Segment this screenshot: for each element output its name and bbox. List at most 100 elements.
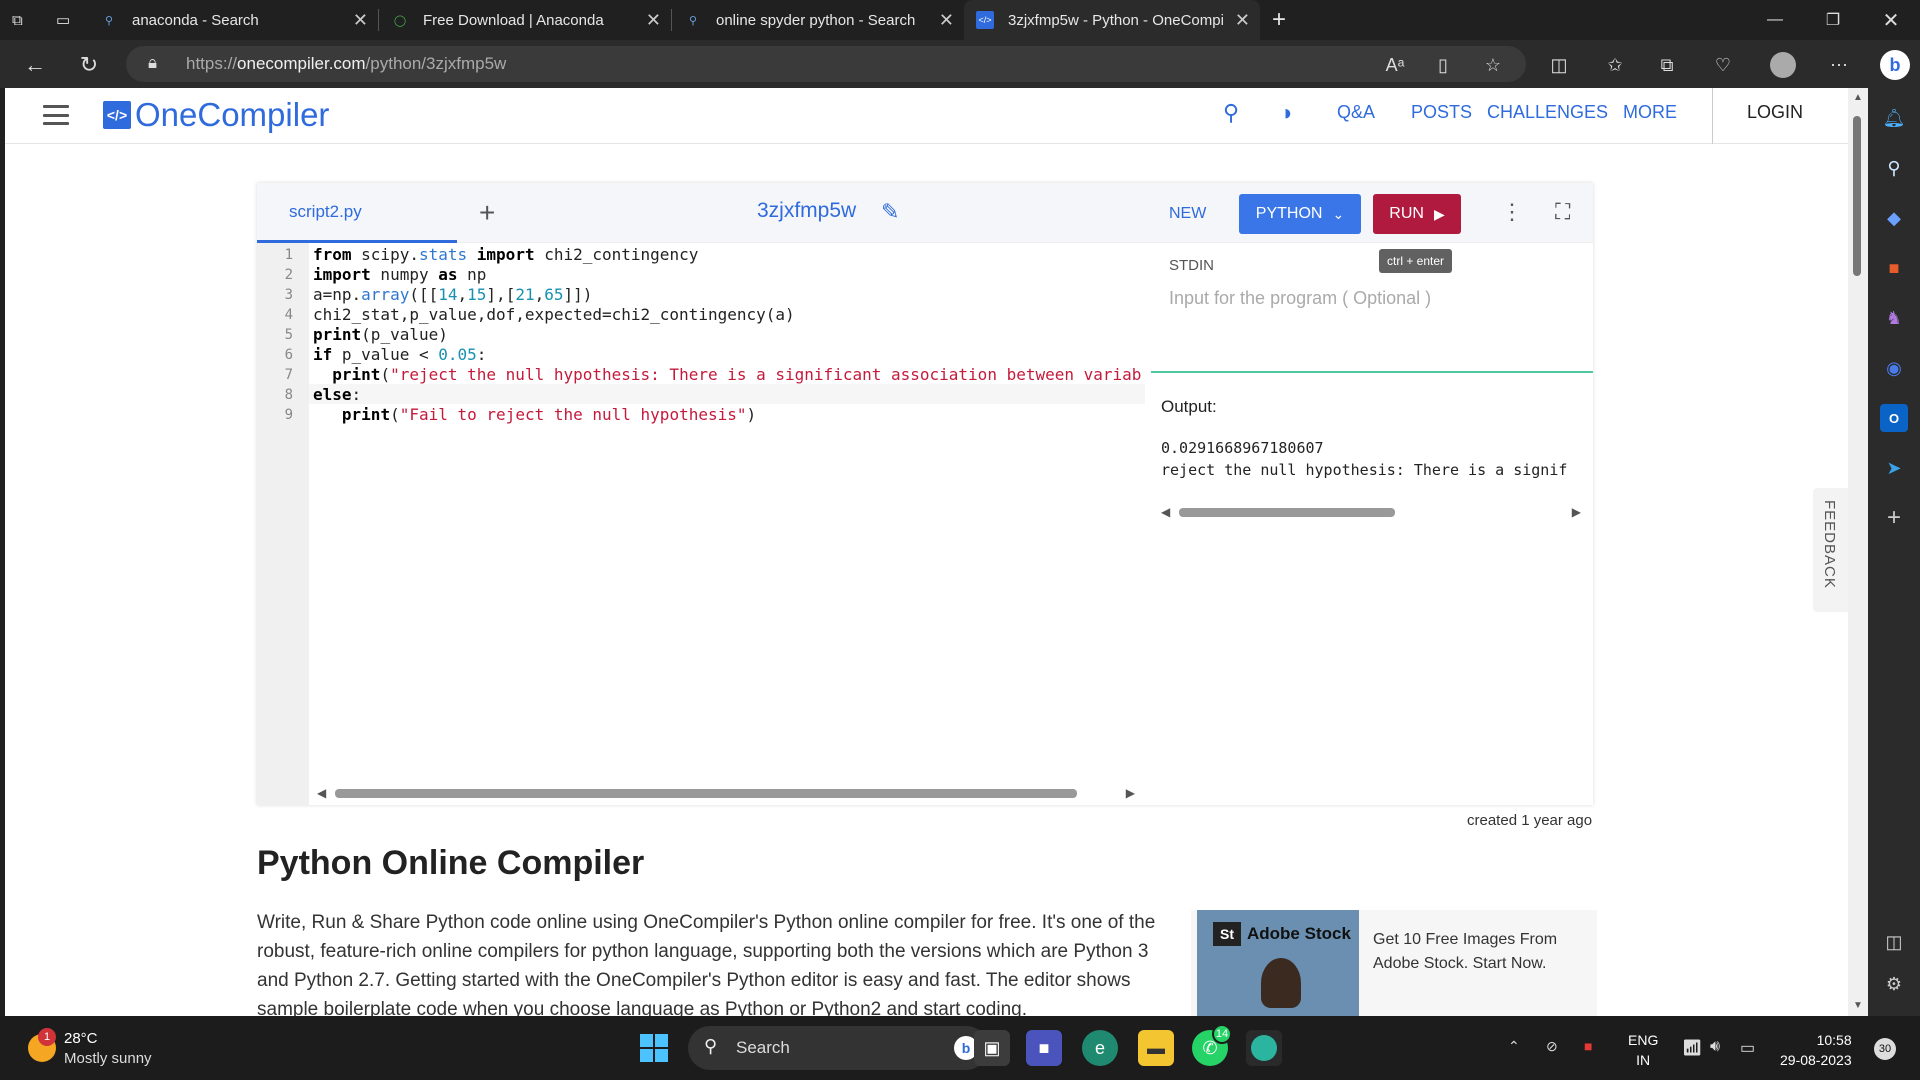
edge-icon[interactable]: e bbox=[1082, 1030, 1118, 1066]
nav-posts[interactable]: POSTS bbox=[1411, 102, 1472, 123]
stdin-input[interactable]: Input for the program ( Optional ) bbox=[1169, 288, 1431, 309]
site-logo[interactable]: </> OneCompiler bbox=[103, 96, 329, 134]
notification-count[interactable]: 30 bbox=[1874, 1038, 1896, 1060]
add-file-button[interactable]: + bbox=[479, 197, 495, 229]
search-icon[interactable]: ⚲ bbox=[1223, 100, 1239, 126]
volume-icon[interactable]: 🔊︎ bbox=[1710, 1038, 1720, 1056]
more-options-icon[interactable]: ⋯ bbox=[1824, 50, 1854, 80]
copilot-icon[interactable]: ◉ bbox=[1880, 354, 1908, 382]
code-line: if p_value < 0.05: bbox=[313, 345, 487, 364]
browser-essentials-icon[interactable]: ♡ bbox=[1708, 50, 1738, 80]
show-hidden-icons[interactable]: ⌃ bbox=[1508, 1038, 1520, 1055]
web-page: </> OneCompiler ⚲ ◑ Q&A POSTS CHALLENGES… bbox=[5, 88, 1848, 1016]
favorites-icon[interactable]: ✩ bbox=[1600, 50, 1630, 80]
hamburger-menu-icon[interactable] bbox=[43, 105, 69, 125]
fullscreen-icon[interactable]: ⛶ bbox=[1555, 199, 1570, 225]
app-tray-icon[interactable]: ■ bbox=[1584, 1038, 1592, 1054]
tools-briefcase-icon[interactable]: ■ bbox=[1880, 254, 1908, 282]
nav-challenges[interactable]: CHALLENGES bbox=[1487, 102, 1608, 123]
refresh-icon[interactable]: ↻ bbox=[72, 48, 106, 82]
profile-icon[interactable] bbox=[1768, 50, 1798, 80]
favorite-star-icon[interactable]: ☆ bbox=[1478, 50, 1508, 80]
tab-spyder-search[interactable]: ⚲ online spyder python - Search ✕ bbox=[672, 0, 964, 40]
file-explorer-icon[interactable]: ▬ bbox=[1138, 1030, 1174, 1066]
created-timestamp: created 1 year ago bbox=[1467, 812, 1593, 829]
workspaces-icon[interactable]: ⧉ bbox=[0, 0, 44, 40]
tab-anaconda-search[interactable]: ⚲ anaconda - Search ✕ bbox=[88, 0, 378, 40]
shopping-tag-icon[interactable]: ◆ bbox=[1880, 204, 1908, 232]
io-divider[interactable] bbox=[1151, 371, 1593, 373]
new-button[interactable]: NEW bbox=[1169, 205, 1206, 223]
edit-pencil-icon[interactable]: ✎ bbox=[881, 199, 899, 225]
close-icon[interactable]: ✕ bbox=[939, 10, 954, 31]
adobe-stock-ad[interactable]: St Adobe Stock Get 10 Free Images From A… bbox=[1191, 910, 1597, 1016]
settings-gear-icon[interactable]: ⚙ bbox=[1880, 970, 1908, 998]
task-view-icon[interactable]: ▣ bbox=[974, 1030, 1010, 1066]
close-icon[interactable]: ✕ bbox=[1235, 10, 1250, 31]
new-tab-button[interactable]: + bbox=[1260, 0, 1304, 40]
sidebar-toggle-icon[interactable]: ◫ bbox=[1880, 928, 1908, 956]
read-aloud-icon[interactable]: Aᵃ bbox=[1380, 50, 1410, 80]
immersive-reader-icon[interactable]: ▯ bbox=[1428, 50, 1458, 80]
lock-icon: 🔒︎ bbox=[148, 53, 158, 72]
network-off-icon[interactable]: ⊘ bbox=[1546, 1038, 1558, 1055]
close-window-icon[interactable]: ✕ bbox=[1862, 0, 1920, 40]
restore-icon[interactable]: ❐ bbox=[1804, 0, 1862, 40]
more-options-icon[interactable]: ⋮ bbox=[1501, 199, 1523, 225]
scroll-right-icon[interactable]: ▶ bbox=[1572, 505, 1581, 519]
adobe-stock-logo: St bbox=[1213, 922, 1241, 946]
battery-icon[interactable]: ▭ bbox=[1740, 1038, 1755, 1058]
notifications-bell-icon[interactable]: 🔔︎ bbox=[1880, 104, 1908, 132]
page-vertical-scrollbar[interactable]: ▲ ▼ bbox=[1848, 88, 1868, 1016]
code-line: print(p_value) bbox=[313, 325, 448, 344]
line-number: 8 bbox=[284, 387, 293, 403]
theme-toggle-icon[interactable]: ◑ bbox=[1279, 100, 1292, 126]
close-icon[interactable]: ✕ bbox=[353, 10, 368, 31]
code-line: else: bbox=[313, 385, 362, 404]
feedback-tab[interactable]: FEEDBACK bbox=[1813, 488, 1848, 612]
wifi-icon[interactable]: 📶︎ bbox=[1682, 1038, 1702, 1058]
scroll-up-icon[interactable]: ▲ bbox=[1853, 92, 1863, 103]
file-tab[interactable]: script2.py bbox=[257, 183, 457, 243]
editor-horizontal-scrollbar[interactable]: ◀ ▶ bbox=[317, 786, 1135, 800]
teams-icon[interactable]: ■ bbox=[1026, 1030, 1062, 1066]
tab-anaconda-download[interactable]: ◯ Free Download | Anaconda ✕ bbox=[379, 0, 671, 40]
url-input[interactable]: 🔒︎ https://onecompiler.com/python/3zjxfm… bbox=[126, 46, 1526, 82]
nav-qa[interactable]: Q&A bbox=[1337, 102, 1375, 123]
clock[interactable]: 10:58 29-08-2023 bbox=[1780, 1030, 1852, 1070]
run-button[interactable]: RUN ▶ bbox=[1373, 194, 1461, 234]
search-icon[interactable]: ⚲ bbox=[1880, 154, 1908, 182]
nav-more[interactable]: MORE bbox=[1623, 102, 1677, 123]
line-number: 6 bbox=[284, 347, 293, 363]
bing-chat-icon[interactable]: b bbox=[1880, 50, 1910, 80]
scroll-left-icon[interactable]: ◀ bbox=[317, 786, 326, 800]
outlook-icon[interactable]: O bbox=[1880, 404, 1908, 432]
back-icon[interactable]: ← bbox=[18, 48, 52, 82]
tab-actions-icon[interactable]: ▭ bbox=[44, 0, 88, 40]
minimize-icon[interactable]: — bbox=[1746, 0, 1804, 40]
output-horizontal-scrollbar[interactable]: ◀ ▶ bbox=[1161, 505, 1581, 519]
close-icon[interactable]: ✕ bbox=[646, 10, 661, 31]
weather-widget[interactable]: 1 bbox=[24, 1028, 64, 1068]
windows-start-icon[interactable] bbox=[640, 1034, 668, 1062]
code-editor[interactable]: 1 2 3 4 5 6 7 8 9 from scipy.stats impor… bbox=[257, 243, 1145, 805]
drop-send-icon[interactable]: ➤ bbox=[1880, 454, 1908, 482]
language-select[interactable]: PYTHON ⌄ bbox=[1239, 194, 1361, 234]
collections-icon[interactable]: ⧉ bbox=[1652, 50, 1682, 80]
games-icon[interactable]: ♞ bbox=[1880, 304, 1908, 332]
tab-onecompiler[interactable]: </> 3zjxfmp5w - Python - OneCompi ✕ bbox=[964, 0, 1260, 40]
split-screen-icon[interactable]: ◫ bbox=[1544, 50, 1574, 80]
run-shortcut-tooltip: ctrl + enter bbox=[1379, 249, 1453, 273]
login-link[interactable]: LOGIN bbox=[1747, 102, 1803, 123]
output-line: reject the null hypothesis: There is a s… bbox=[1161, 461, 1568, 479]
scroll-right-icon[interactable]: ▶ bbox=[1126, 786, 1135, 800]
line-number: 4 bbox=[284, 307, 293, 323]
onecompiler-icon: </> bbox=[976, 11, 994, 29]
scroll-left-icon[interactable]: ◀ bbox=[1161, 505, 1170, 519]
add-sidebar-app-icon[interactable]: + bbox=[1880, 504, 1908, 532]
edge-dev-icon[interactable] bbox=[1246, 1030, 1282, 1066]
language-indicator[interactable]: ENG IN bbox=[1628, 1030, 1658, 1070]
active-line-highlight bbox=[309, 384, 1145, 404]
scroll-down-icon[interactable]: ▼ bbox=[1853, 1000, 1863, 1011]
taskbar-search[interactable]: ⚲ Search b bbox=[688, 1026, 988, 1070]
